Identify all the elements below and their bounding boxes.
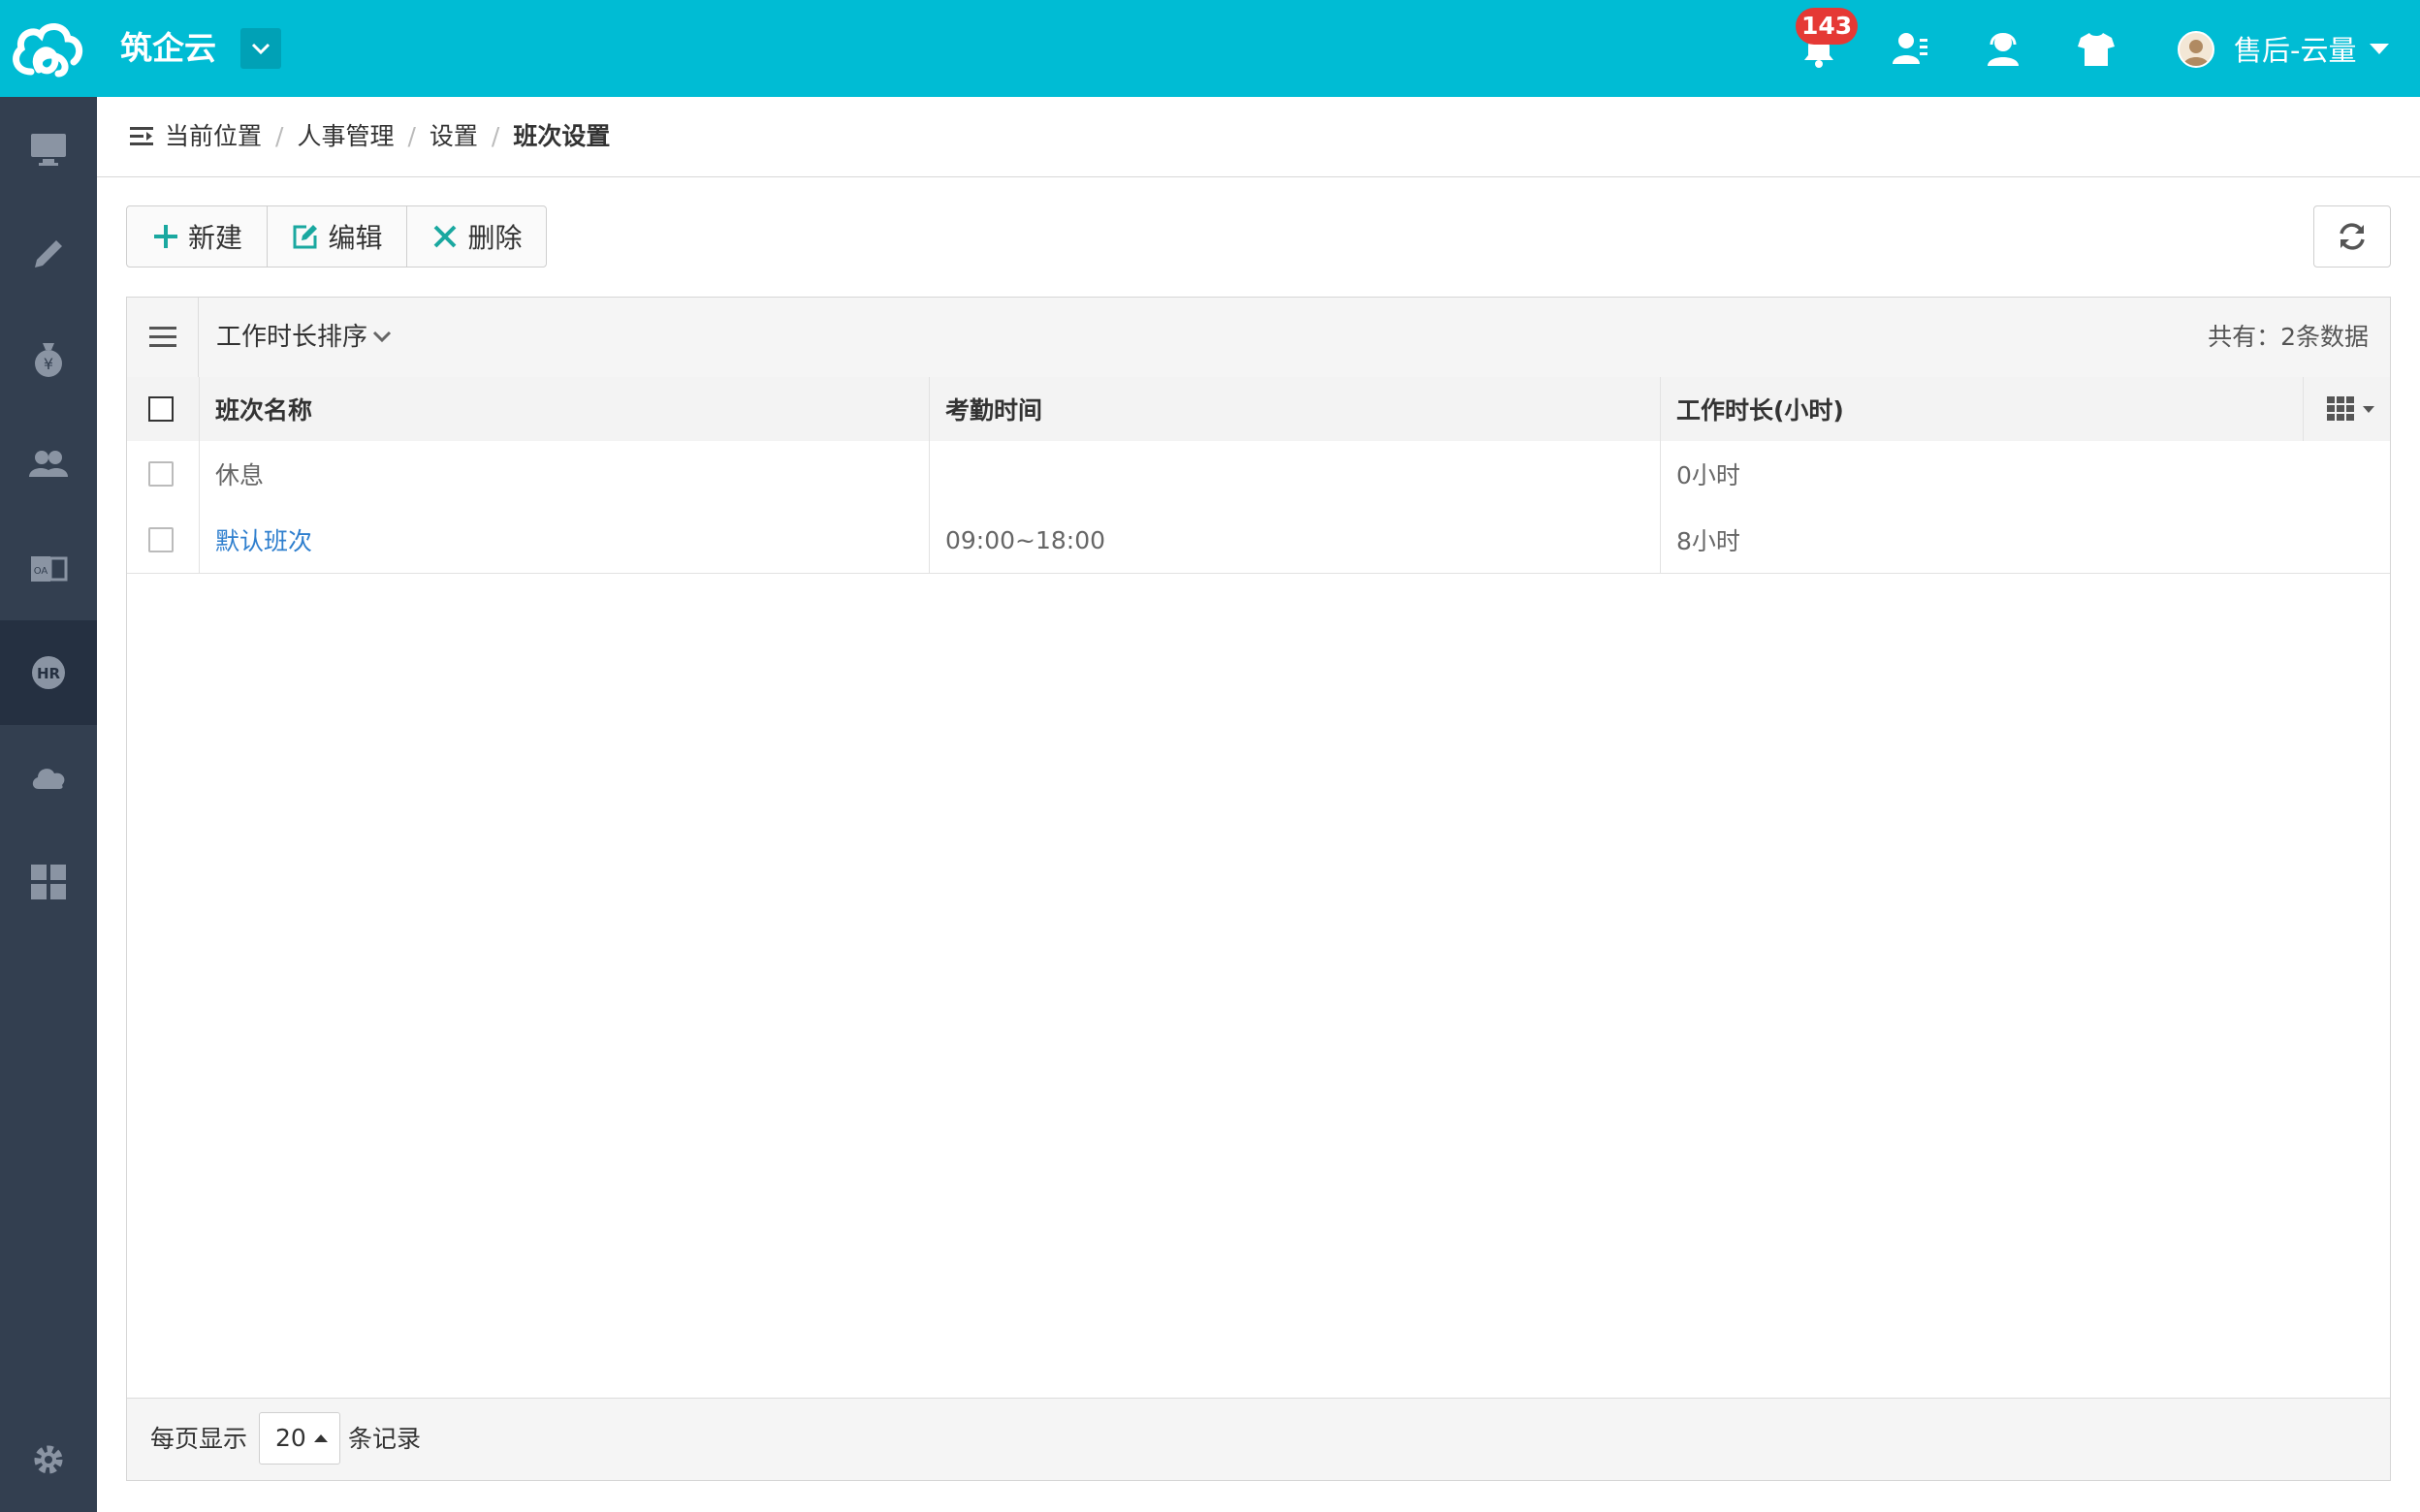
breadcrumb-item-settings[interactable]: 设置 xyxy=(430,122,478,150)
table-row[interactable]: 休息 0小时 xyxy=(127,441,2390,508)
column-header-time[interactable]: 考勤时间 xyxy=(929,377,1660,441)
logo-icon[interactable] xyxy=(10,16,85,81)
outdent-icon xyxy=(130,127,153,145)
contacts-button[interactable] xyxy=(1887,25,1933,72)
sidebar-item-hr[interactable]: HR xyxy=(0,620,97,725)
shift-hours: 0小时 xyxy=(1660,441,2390,507)
records-label: 条记录 xyxy=(348,1425,422,1453)
top-bar: 筑企云 143 售后-云量 xyxy=(0,0,2420,97)
grid-icon xyxy=(31,865,66,899)
edit-button[interactable]: 编辑 xyxy=(267,206,406,267)
close-icon xyxy=(434,225,457,248)
edit-button-label: 编辑 xyxy=(328,222,383,254)
pagination-bar: 每页显示 20 条记录 xyxy=(127,1398,2390,1480)
delete-button-label: 删除 xyxy=(467,222,523,254)
shift-name-link[interactable]: 默认班次 xyxy=(215,522,312,557)
row-select-cell xyxy=(127,507,199,573)
new-button[interactable]: 新建 xyxy=(127,206,267,267)
svg-text:¥: ¥ xyxy=(44,355,53,373)
chevron-down-icon xyxy=(372,331,392,342)
sidebar-item-settings[interactable] xyxy=(0,1407,97,1512)
total-count: 共有：2条数据 xyxy=(2208,323,2369,351)
sidebar-item-cloud[interactable] xyxy=(0,725,97,830)
caret-down-icon[interactable] xyxy=(2370,44,2389,54)
moneybag-icon: ¥ xyxy=(35,343,62,377)
breadcrumb-item-current: 班次设置 xyxy=(513,122,611,150)
cloud-icon xyxy=(32,769,65,789)
column-settings-button[interactable] xyxy=(2303,377,2390,441)
sidebar-item-edit[interactable] xyxy=(0,202,97,306)
hr-icon: HR xyxy=(32,656,65,689)
office-icon: OA xyxy=(31,556,68,582)
per-page-label: 每页显示 xyxy=(150,1425,248,1453)
pencil-icon xyxy=(35,240,62,268)
row-checkbox[interactable] xyxy=(148,461,174,487)
page-size-select[interactable]: 20 xyxy=(259,1412,340,1465)
breadcrumb-item-hr[interactable]: 人事管理 xyxy=(297,122,394,150)
sidebar-item-customers[interactable] xyxy=(0,411,97,516)
sidebar-item-apps[interactable] xyxy=(0,830,97,934)
monitor-icon xyxy=(31,134,66,166)
sidebar-item-desktop[interactable] xyxy=(0,97,97,202)
table-header-bar: 工作时长排序 共有：2条数据 xyxy=(127,298,2390,378)
plus-icon xyxy=(153,225,177,248)
shift-time: 09:00~18:00 xyxy=(929,507,1660,573)
delete-button[interactable]: 删除 xyxy=(406,206,546,267)
caret-down-icon xyxy=(2363,406,2374,413)
action-toolbar: 新建 编辑 删除 xyxy=(126,205,547,268)
user-contact-icon xyxy=(1893,33,1927,64)
app-name: 筑企云 xyxy=(120,29,216,67)
notification-badge: 143 xyxy=(1796,8,1859,45)
table-menu-button[interactable] xyxy=(127,298,199,377)
caret-up-icon xyxy=(314,1434,328,1442)
support-button[interactable] xyxy=(1980,25,2026,72)
shirt-icon xyxy=(2078,33,2115,66)
sort-dropdown[interactable]: 工作时长排序 xyxy=(216,317,393,358)
table-row[interactable]: 默认班次 09:00~18:00 8小时 xyxy=(127,507,2390,574)
shift-name: 休息 xyxy=(199,441,929,507)
sidebar: ¥ OA HR xyxy=(0,97,97,1512)
breadcrumb: 当前位置 / 人事管理 / 设置 / 班次设置 xyxy=(97,97,2420,177)
sidebar-item-finance[interactable]: ¥ xyxy=(0,306,97,411)
users-icon xyxy=(29,451,68,477)
settings-icon xyxy=(34,1445,63,1474)
select-all-checkbox[interactable] xyxy=(148,396,174,422)
svg-text:OA: OA xyxy=(34,566,48,577)
app-switch-dropdown[interactable] xyxy=(240,28,281,69)
column-header-hours[interactable]: 工作时长(小时) xyxy=(1660,377,2303,441)
select-all-cell xyxy=(127,377,199,441)
edit-icon xyxy=(293,225,318,249)
username[interactable]: 售后-云量 xyxy=(2234,29,2356,72)
sort-label: 工作时长排序 xyxy=(216,323,368,352)
table-head: 班次名称 考勤时间 工作时长(小时) xyxy=(127,377,2390,442)
chevron-down-icon xyxy=(251,43,271,55)
shift-name-cell: 默认班次 xyxy=(199,507,929,573)
breadcrumb-location-label: 当前位置 xyxy=(165,122,263,150)
columns-grid-icon xyxy=(2327,396,2354,421)
shift-table-panel: 工作时长排序 共有：2条数据 班次名称 考勤时间 工作时长(小时) 休息 0小时 xyxy=(126,297,2391,1481)
menu-icon xyxy=(149,327,176,347)
row-checkbox[interactable] xyxy=(148,527,174,552)
refresh-icon xyxy=(2340,223,2365,250)
new-button-label: 新建 xyxy=(187,222,242,254)
sidebar-item-office[interactable]: OA xyxy=(0,516,97,620)
avatar[interactable] xyxy=(2178,31,2214,68)
refresh-button[interactable] xyxy=(2313,205,2391,268)
support-icon xyxy=(1988,33,2019,66)
shift-time xyxy=(929,441,1660,507)
shift-hours: 8小时 xyxy=(1660,507,2390,573)
page-size-value: 20 xyxy=(275,1424,306,1452)
skin-button[interactable] xyxy=(2073,25,2119,72)
svg-text:HR: HR xyxy=(37,665,61,682)
column-header-name[interactable]: 班次名称 xyxy=(199,377,929,441)
row-select-cell xyxy=(127,441,199,507)
